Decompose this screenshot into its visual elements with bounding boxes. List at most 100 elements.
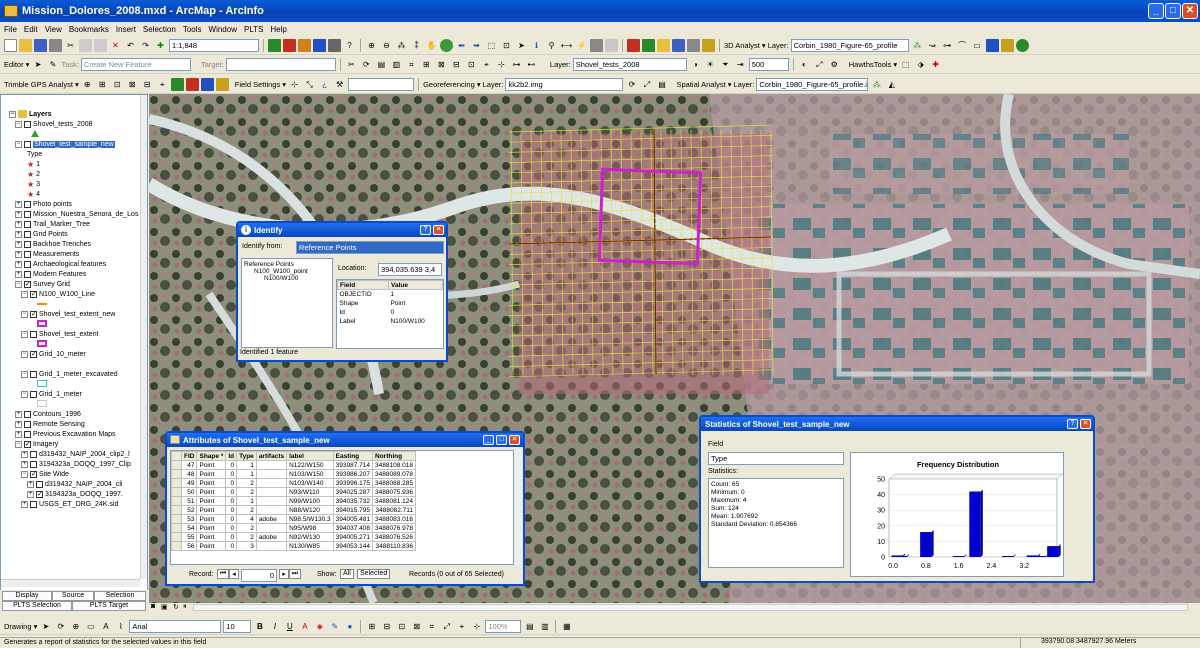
column-header[interactable]: Id xyxy=(225,451,238,461)
menu-help[interactable]: Help xyxy=(270,25,286,34)
expand-icon[interactable]: − xyxy=(21,350,28,358)
editor-menu[interactable]: Editor ▾ xyxy=(4,60,29,69)
menu-edit[interactable]: Edit xyxy=(24,25,38,34)
attributes-scrollbar[interactable] xyxy=(514,450,522,565)
toc-item[interactable]: ★ 2 xyxy=(27,169,40,179)
layer-checkbox[interactable] xyxy=(24,230,31,238)
layer-checkbox[interactable] xyxy=(30,390,37,398)
layer-checkbox[interactable]: ✓ xyxy=(30,290,37,298)
line-of-sight-icon[interactable]: ⊶ xyxy=(941,39,954,52)
table-row[interactable]: 47 Point 0 1 N122/W150 393987.714 3488108.018 xyxy=(171,460,416,470)
search-icon[interactable] xyxy=(702,39,715,52)
show-all-button[interactable]: All xyxy=(340,569,354,579)
swipe-icon[interactable]: ⇥ xyxy=(734,58,747,71)
column-header[interactable]: Type xyxy=(236,451,257,461)
expand-icon[interactable]: + xyxy=(15,410,22,418)
profile-graph-icon[interactable]: ▭ xyxy=(971,39,984,52)
zoom-element-icon[interactable]: ⊕ xyxy=(69,620,82,633)
font-color-icon[interactable]: A xyxy=(298,620,311,633)
hawths-tool1-icon[interactable]: ⬚ xyxy=(899,58,912,71)
toc-icon[interactable] xyxy=(283,39,296,52)
zoom-out-icon[interactable]: ⊖ xyxy=(380,39,393,52)
split-tool-icon[interactable]: ✂ xyxy=(345,58,358,71)
toc-item[interactable]: + Grid Points xyxy=(15,229,68,239)
table-row[interactable]: 48 Point 0 1 N103/W150 393986.207 3488089.078 xyxy=(171,469,416,479)
spatial-layer-select[interactable]: Corbin_1980_Figure-65_profile.in xyxy=(756,77,869,91)
statistics-help-button[interactable]: ? xyxy=(1067,419,1078,429)
column-header[interactable]: Shape * xyxy=(196,451,227,461)
sketch-props-icon[interactable]: ▥ xyxy=(390,58,403,71)
tab-selection[interactable]: Selection xyxy=(94,591,146,601)
tree-feature[interactable]: N100/W100 xyxy=(244,275,330,282)
toc-item[interactable]: + ✓ 3194323a_DOQQ_1997. xyxy=(27,489,123,499)
hawths-tool3-icon[interactable]: ✚ xyxy=(929,58,942,71)
toc-item[interactable]: − ✓ Site Wide xyxy=(21,469,69,479)
table-row[interactable]: 50 Point 0 2 N93/W110 394025.287 3488075.936 xyxy=(171,487,416,497)
expand-icon[interactable]: − xyxy=(21,310,28,318)
layout-tool6-icon[interactable]: ⤢ xyxy=(440,620,453,633)
row-selector[interactable] xyxy=(171,532,182,542)
print-icon[interactable] xyxy=(49,39,62,52)
layer-checkbox[interactable] xyxy=(24,270,31,278)
menu-selection[interactable]: Selection xyxy=(143,25,176,34)
fixed-zoom-out-icon[interactable]: ⁑ xyxy=(410,39,423,52)
arc-toolbox-icon[interactable] xyxy=(642,39,655,52)
column-header[interactable]: artifacts xyxy=(255,451,288,461)
map-scale-select[interactable]: 1:1,848 xyxy=(169,39,259,52)
layer-checkbox[interactable] xyxy=(30,460,37,468)
attributes-minimize-button[interactable]: _ xyxy=(483,435,494,445)
layout-tool10-icon[interactable]: ▥ xyxy=(538,620,551,633)
expand-icon[interactable]: + xyxy=(15,230,22,238)
cut-icon[interactable]: ✂ xyxy=(64,39,77,52)
menu-window[interactable]: Window xyxy=(209,25,237,34)
table-row[interactable]: Id 0 xyxy=(338,308,443,317)
layer-checkbox[interactable] xyxy=(24,410,31,418)
tree-layer[interactable]: N100_W100_point xyxy=(244,268,330,275)
layer-checkbox[interactable] xyxy=(30,370,37,378)
layer-checkbox[interactable] xyxy=(30,330,37,338)
html-popup-icon[interactable] xyxy=(605,39,618,52)
georef-tool4-icon[interactable]: ⊟ xyxy=(450,58,463,71)
identify-icon[interactable]: ℹ xyxy=(530,39,543,52)
toc-item[interactable]: ★ 3 xyxy=(27,179,40,189)
toc-item[interactable]: + Measurements xyxy=(15,249,79,259)
select-features-icon[interactable]: ⬚ xyxy=(485,39,498,52)
tab-plts-target[interactable]: PLTS Target xyxy=(72,601,146,611)
rotate-element-icon[interactable]: ⟳ xyxy=(54,620,67,633)
font-select[interactable]: Arial xyxy=(129,619,222,633)
georef-layer-select[interactable]: kk2b2.img xyxy=(505,77,624,91)
column-header[interactable]: Northing xyxy=(372,451,416,461)
interpolate-line-icon[interactable]: ⌒ xyxy=(956,39,969,52)
table-row[interactable]: 55 Point 0 2 adobe N92/W130 394005.271 3488076.… xyxy=(171,532,416,542)
pan-icon[interactable]: ✋ xyxy=(425,39,438,52)
table-row[interactable]: OBJECTID 1 xyxy=(338,290,443,299)
save-icon[interactable] xyxy=(34,39,47,52)
minimize-button[interactable]: _ xyxy=(1148,3,1164,19)
first-record-button[interactable]: ⏮ xyxy=(217,569,229,579)
identify-tree[interactable]: Reference Points N100_W100_point N100/W1… xyxy=(241,258,333,348)
toc-item[interactable]: ★ 4 xyxy=(27,189,40,199)
open-folder-icon[interactable] xyxy=(19,39,32,52)
hyperlink-icon[interactable]: ⚡ xyxy=(575,39,588,52)
toc-item[interactable]: + Backhoe Trenches xyxy=(15,239,91,249)
gps-tool9-icon[interactable] xyxy=(200,77,214,91)
expand-icon[interactable]: − xyxy=(21,470,28,478)
expand-icon[interactable]: + xyxy=(15,220,22,228)
refresh-icon[interactable]: ↻ xyxy=(173,603,179,611)
georef-tool2-icon[interactable]: ⊞ xyxy=(420,58,433,71)
text-icon[interactable]: A xyxy=(99,620,112,633)
back-extent-icon[interactable]: ⬅ xyxy=(455,39,468,52)
spatial-tool2-icon[interactable]: ◭ xyxy=(885,78,898,91)
tab-display[interactable]: Display xyxy=(2,591,52,601)
new-document-icon[interactable] xyxy=(4,39,17,52)
column-header[interactable]: label xyxy=(286,451,334,461)
undo-icon[interactable]: ↶ xyxy=(124,39,137,52)
python-icon[interactable] xyxy=(672,39,685,52)
link-table-icon[interactable]: ▤ xyxy=(655,78,668,91)
georef-tool1-icon[interactable]: ⌗ xyxy=(405,58,418,71)
map-tips-icon[interactable] xyxy=(590,39,603,52)
target-select[interactable] xyxy=(225,58,336,71)
expand-icon[interactable]: + xyxy=(15,270,22,278)
toc-item[interactable]: + USGS_ET_DRG_24K.sid xyxy=(21,499,118,509)
expand-icon[interactable]: + xyxy=(15,420,22,428)
